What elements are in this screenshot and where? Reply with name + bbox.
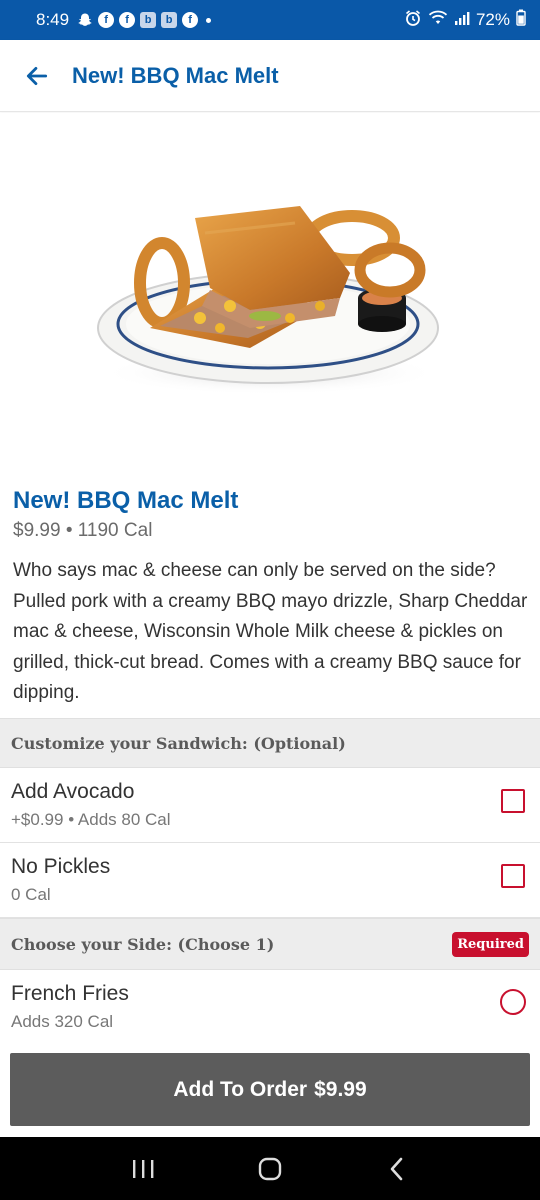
home-button[interactable]: [240, 1144, 300, 1194]
product-name: New! BBQ Mac Melt: [13, 487, 239, 514]
facebook-icon: f: [98, 12, 115, 28]
page-title: New! BBQ Mac Melt: [72, 62, 279, 88]
app-bar: New! BBQ Mac Melt: [0, 40, 540, 112]
french-fries-radio[interactable]: [500, 989, 526, 1015]
arrow-left-icon: [26, 66, 48, 85]
recent-apps-button[interactable]: [113, 1144, 173, 1194]
sandwich-illustration: [97, 206, 440, 395]
add-to-order-price: $9.99: [314, 1077, 367, 1101]
customize-section-header: Customize your Sandwich: (Optional): [0, 718, 540, 768]
product-price: $9.99: [13, 520, 61, 541]
option-french-fries[interactable]: French Fries Adds 320 Cal: [0, 970, 540, 1044]
option-add-avocado[interactable]: Add Avocado +$0.99 • Adds 80 Cal: [0, 768, 540, 843]
option-name: French Fries: [11, 982, 129, 1005]
product-image: [0, 113, 540, 473]
add-to-order-button[interactable]: Add To Order $9.99: [10, 1053, 530, 1126]
status-time: 8:49: [36, 10, 70, 29]
option-details: 0 Cal: [11, 885, 51, 904]
b-app-icon: b: [140, 12, 157, 28]
facebook-icon: f: [119, 12, 136, 28]
no-pickles-checkbox[interactable]: [501, 864, 525, 888]
home-icon: [258, 1157, 282, 1180]
back-nav-button[interactable]: [367, 1144, 427, 1194]
b-app-icon: b: [161, 12, 178, 28]
option-no-pickles[interactable]: No Pickles 0 Cal: [0, 843, 540, 918]
notification-icons: f f b b f: [77, 12, 212, 28]
add-to-order-label: Add To Order: [173, 1077, 308, 1101]
battery-icon: [516, 9, 526, 31]
more-notifications-dot: [206, 17, 212, 23]
signal-icon: [454, 10, 470, 31]
snapchat-icon: [77, 12, 93, 28]
product-price-calories: $9.99 • 1190 Cal: [13, 520, 152, 542]
recent-apps-icon: [133, 1159, 154, 1178]
option-details: +$0.99 • Adds 80 Cal: [11, 810, 171, 829]
option-name: No Pickles: [11, 855, 111, 878]
required-badge: Required: [452, 931, 529, 957]
system-nav-bar: [0, 1137, 540, 1200]
product-description: Who says mac & cheese can only be served…: [13, 560, 528, 703]
facebook-icon: f: [182, 12, 199, 28]
wifi-icon: [428, 10, 448, 31]
customize-section-title: Customize your Sandwich: (Optional): [11, 733, 346, 753]
alarm-icon: [404, 9, 422, 32]
back-button[interactable]: [14, 53, 60, 99]
option-name: Add Avocado: [11, 780, 135, 803]
option-details: Adds 320 Cal: [11, 1012, 114, 1031]
side-section-header: Choose your Side: (Choose 1) Required: [0, 918, 540, 970]
add-avocado-checkbox[interactable]: [501, 789, 525, 813]
product-calories: 1190 Cal: [77, 520, 153, 541]
battery-percent: 72%: [475, 10, 510, 29]
meta-separator: •: [60, 520, 78, 541]
chevron-left-icon: [390, 1157, 402, 1180]
system-status: 72%: [404, 9, 526, 32]
side-section-title: Choose your Side: (Choose 1): [11, 934, 275, 954]
status-bar: 8:49 f f b b f 72%: [0, 0, 540, 40]
